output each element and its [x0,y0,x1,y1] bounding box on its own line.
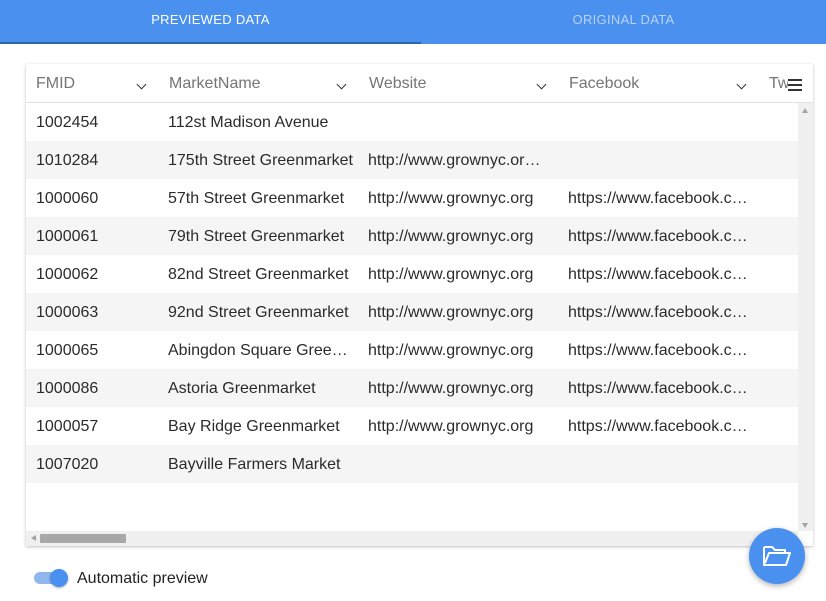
cell-website: http://www.grownyc.org [368,418,534,435]
column-header-label: MarketName [169,75,261,92]
cell-website [358,445,548,483]
cell-marketname: 57th Street Greenmarket [168,190,345,207]
table-row[interactable]: 1000063 92nd Street Greenmarket http://w… [26,293,798,331]
cell-marketname: 82nd Street Greenmarket [168,266,349,283]
table-row[interactable]: 1000086 Astoria Greenmarket http://www.g… [26,369,798,407]
table-row[interactable]: 1002454 112st Madison Avenue [26,103,798,141]
grid-body: 1002454 112st Madison Avenue 1010284 175… [26,103,798,531]
cell-marketname: Astoria Greenmarket [168,380,316,397]
cell-fmid: 1000063 [36,304,99,321]
column-header-label: Tw [769,75,790,92]
open-file-button[interactable] [749,528,805,584]
cell-fmid: 1007020 [36,456,99,473]
column-header-label: Website [369,75,427,92]
table-row[interactable]: 1000062 82nd Street Greenmarket http://w… [26,255,798,293]
column-header-website[interactable]: Website [359,64,559,103]
chevron-down-icon[interactable] [736,79,747,90]
cell-facebook: https://www.facebook.com/57thStreetGreen… [568,190,750,207]
cell-facebook: https://www.facebook.com/BayRidgeGreenma… [568,418,750,435]
chevron-down-icon[interactable] [136,79,147,90]
column-header-fmid[interactable]: FMID [26,64,159,103]
column-header-label: Facebook [569,75,640,92]
menu-icon[interactable] [788,79,802,91]
data-grid: FMID MarketName Website Facebook Tw 1002… [26,64,813,546]
cell-fmid: 1010284 [36,152,99,169]
cell-fmid: 1000060 [36,190,99,207]
automatic-preview-label: Automatic preview [77,570,208,587]
cell-fmid: 1000086 [36,380,99,397]
scroll-up-icon[interactable] [802,108,808,113]
cell-website [358,103,548,141]
cell-fmid: 1000062 [36,266,99,283]
tab-original-data[interactable]: ORIGINAL DATA [421,0,826,44]
cell-website: http://www.grownyc.org [368,342,534,359]
cell-facebook: https://www.facebook.com/AstoriaGreenmar… [568,380,750,397]
cell-facebook: https://www.facebook.com/92ndStreetGreen… [568,304,750,321]
cell-facebook: https://www.facebook.com/79thStreetGreen… [568,228,750,245]
cell-website: http://www.grownyc.org/greenmarket/manha… [368,152,548,169]
cell-facebook: https://www.facebook.com/AbingdonSquareG… [568,342,750,359]
cell-website: http://www.grownyc.org [368,266,534,283]
cell-marketname: Abingdon Square Greenmarket [168,342,352,359]
cell-facebook [558,103,750,141]
tab-bar: PREVIEWED DATA ORIGINAL DATA [0,0,826,44]
horizontal-scroll-thumb[interactable] [40,534,126,543]
table-row[interactable]: 1010284 175th Street Greenmarket http://… [26,141,798,179]
vertical-scrollbar[interactable] [798,103,813,531]
cell-website: http://www.grownyc.org [368,304,534,321]
table-row[interactable]: 1000061 79th Street Greenmarket http://w… [26,217,798,255]
table-row[interactable]: 1000065 Abingdon Square Greenmarket http… [26,331,798,369]
cell-facebook [558,445,750,483]
cell-fmid: 1000061 [36,228,99,245]
cell-marketname: 175th Street Greenmarket [168,152,353,169]
column-header-label: FMID [36,75,76,92]
table-row[interactable]: 1007020 Bayville Farmers Market [26,445,798,483]
table-row[interactable]: 1000057 Bay Ridge Greenmarket http://www… [26,407,798,445]
cell-fmid: 1000065 [36,342,99,359]
chevron-down-icon[interactable] [336,79,347,90]
table-row[interactable]: 1000060 57th Street Greenmarket http://w… [26,179,798,217]
cell-website: http://www.grownyc.org [368,380,534,397]
cell-marketname: Bay Ridge Greenmarket [168,418,340,435]
cell-website: http://www.grownyc.org [368,190,534,207]
cell-marketname: 92nd Street Greenmarket [168,304,349,321]
scroll-left-icon[interactable] [31,535,36,541]
cell-marketname: Bayville Farmers Market [168,456,341,473]
column-header-twitter[interactable]: Tw [759,64,813,103]
toggle-knob[interactable] [50,569,68,587]
grid-header: FMID MarketName Website Facebook Tw [26,64,813,103]
chevron-down-icon[interactable] [536,79,547,90]
cell-website: http://www.grownyc.org [368,228,534,245]
cell-fmid: 1000057 [36,418,99,435]
column-header-marketname[interactable]: MarketName [159,64,359,103]
tab-previewed-data[interactable]: PREVIEWED DATA [0,0,421,44]
cell-facebook: https://www.facebook.com/82ndStreetGreen… [568,266,750,283]
cell-marketname: 112st Madison Avenue [168,114,329,131]
cell-fmid: 1002454 [36,114,99,131]
automatic-preview-toggle[interactable] [34,568,70,588]
cell-marketname: 79th Street Greenmarket [168,228,345,245]
scroll-down-icon[interactable] [802,523,808,528]
cell-facebook [558,141,750,179]
horizontal-scrollbar[interactable] [26,531,798,546]
folder-open-icon [763,546,791,566]
column-header-facebook[interactable]: Facebook [559,64,759,103]
